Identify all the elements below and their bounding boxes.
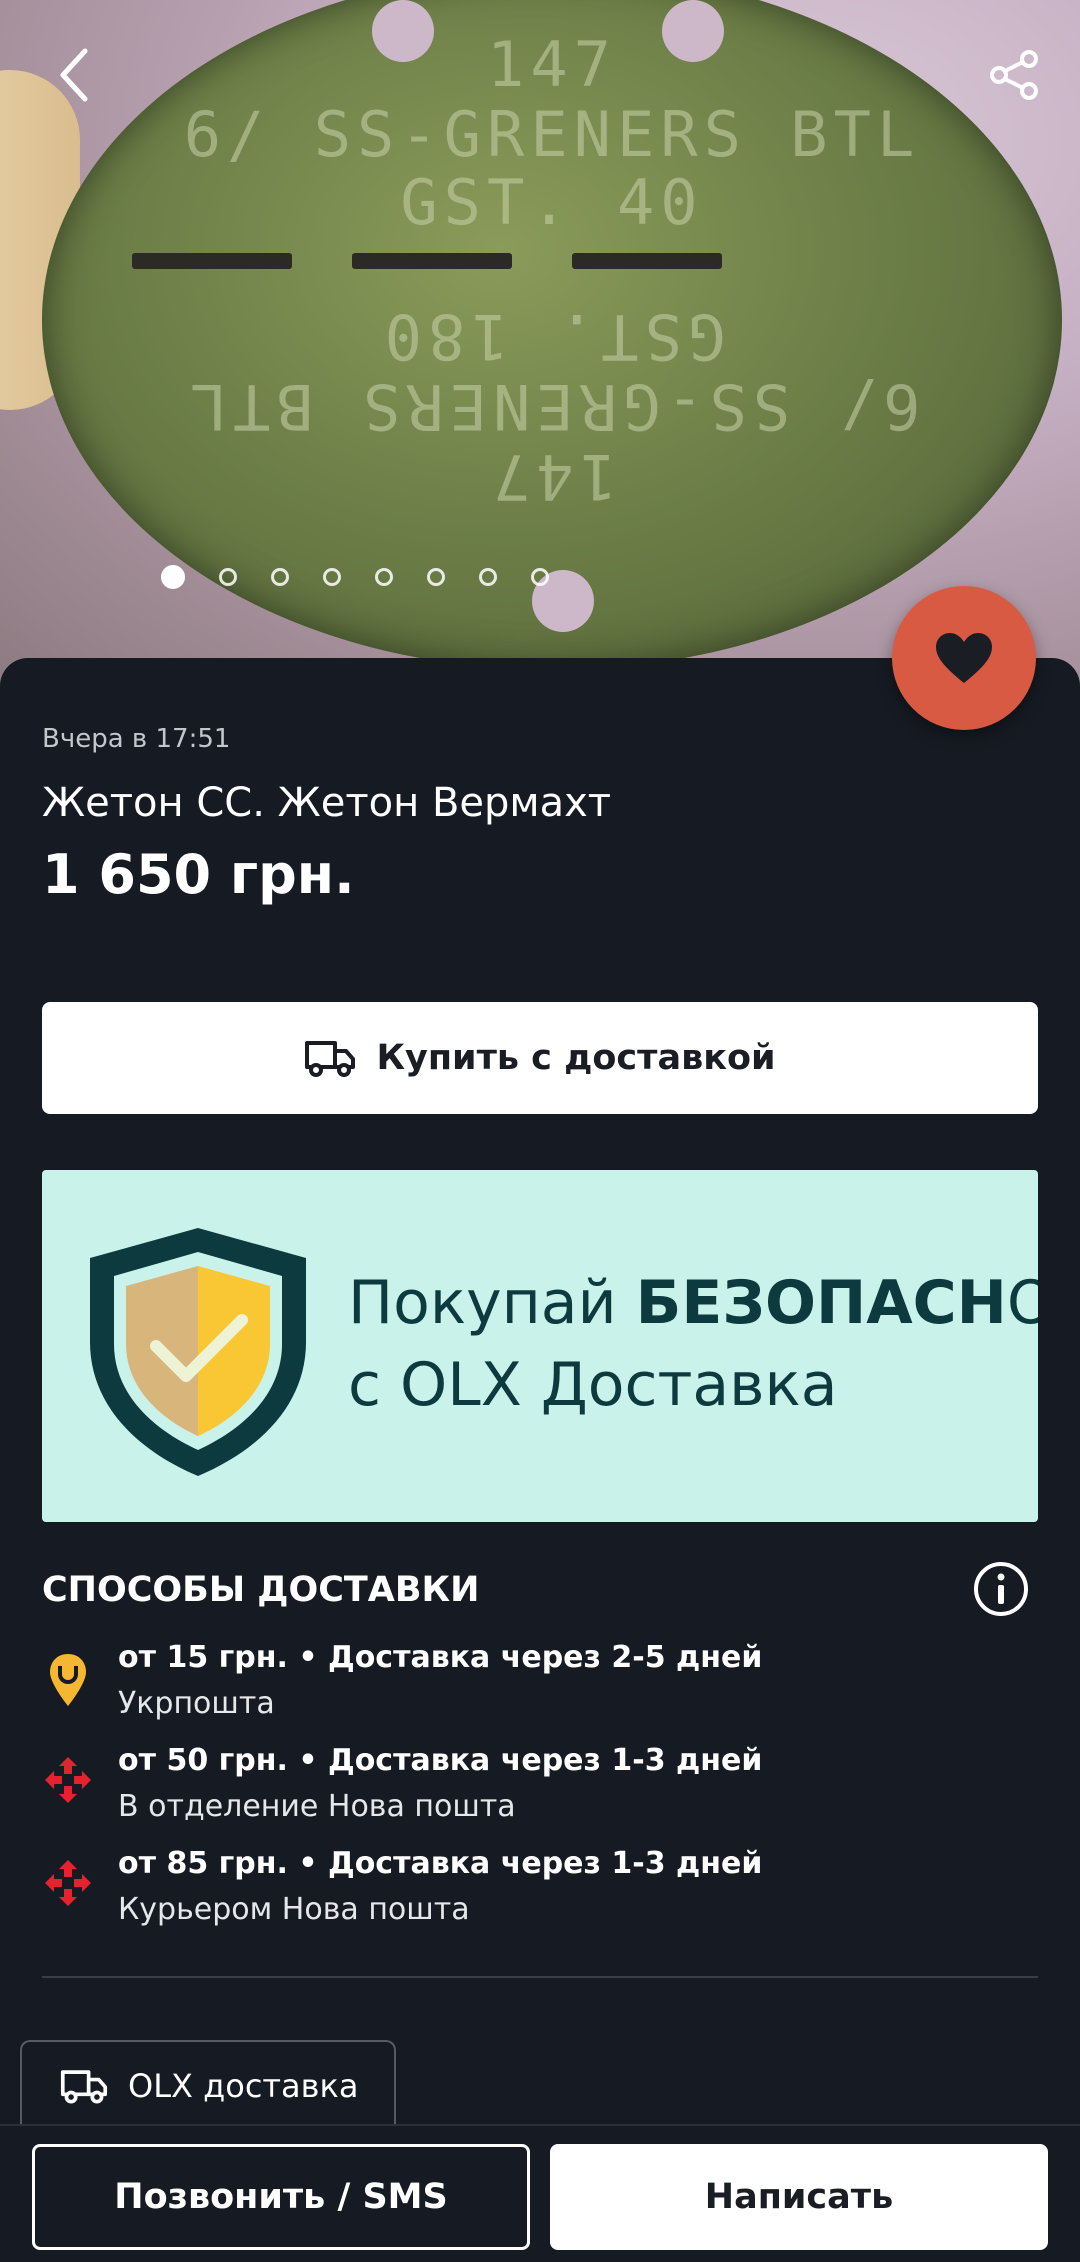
delivery-price-time: от 50 грн. • Доставка через 1-3 дней xyxy=(118,1743,763,1778)
olx-delivery-tab[interactable]: OLX доставка xyxy=(20,2040,396,2130)
heart-icon xyxy=(936,633,992,683)
delivery-carrier: Курьером Нова пошта xyxy=(118,1892,470,1927)
chevron-left-icon xyxy=(60,48,88,102)
listing-price: 1 650 грн. xyxy=(42,843,355,906)
engraving-line: 147 xyxy=(487,440,617,513)
delivery-price-time: от 15 грн. • Доставка через 2-5 дней xyxy=(118,1640,763,1675)
buy-button-label: Купить с доставкой xyxy=(376,1038,776,1078)
delivery-method-item: от 50 грн. • Доставка через 1-3 дней В о… xyxy=(42,1743,1038,1833)
banner-line-1: Покупай БЕЗОПАСНО xyxy=(348,1268,1038,1338)
banner-line-2: с OLX Доставка xyxy=(348,1350,838,1420)
listing-title: Жетон СС. Жетон Вермахт xyxy=(42,780,612,826)
safe-purchase-banner[interactable]: Покупай БЕЗОПАСНО с OLX Доставка xyxy=(42,1170,1038,1522)
info-icon xyxy=(974,1562,1028,1616)
ukrposhta-icon xyxy=(42,1652,94,1710)
listing-photo[interactable]: 147 6/ SS-GRENERS BTL GST. 40 GST. 180 6… xyxy=(0,0,1080,700)
section-divider xyxy=(42,1976,1038,1978)
bottom-action-bar: Позвонить / SMS Написать xyxy=(0,2124,1080,2262)
delivery-carrier: В отделение Нова пошта xyxy=(118,1789,516,1824)
engraving-line: GST. 40 xyxy=(400,166,704,239)
olx-delivery-label: OLX доставка xyxy=(128,2067,359,2105)
tag-slot xyxy=(132,253,292,269)
slide-dot[interactable] xyxy=(427,568,445,586)
nova-poshta-icon xyxy=(42,1858,94,1916)
delivery-method-item: от 85 грн. • Доставка через 1-3 дней Кур… xyxy=(42,1846,1038,1936)
favorite-button[interactable] xyxy=(892,586,1036,730)
slide-dot[interactable] xyxy=(161,565,185,589)
engraving-line: 6/ SS-GRENERS BTL xyxy=(183,370,921,443)
delivery-method-item: от 15 грн. • Доставка через 2-5 дней Укр… xyxy=(42,1640,1038,1730)
truck-icon xyxy=(60,2070,108,2104)
share-icon xyxy=(990,50,1038,100)
slide-dot[interactable] xyxy=(531,568,549,586)
slide-dot[interactable] xyxy=(323,568,341,586)
back-button[interactable] xyxy=(40,40,110,110)
nova-poshta-icon xyxy=(42,1755,94,1813)
tag-slot xyxy=(352,253,512,269)
shield-check-icon xyxy=(90,1228,306,1476)
slide-dot[interactable] xyxy=(271,568,289,586)
write-message-button[interactable]: Написать xyxy=(550,2144,1048,2250)
slide-dot[interactable] xyxy=(219,568,237,586)
slide-indicator xyxy=(0,565,1080,589)
call-sms-button[interactable]: Позвонить / SMS xyxy=(32,2144,530,2250)
tag-slot xyxy=(572,253,722,269)
delivery-carrier: Укрпошта xyxy=(118,1686,275,1721)
truck-icon xyxy=(305,1041,356,1077)
delivery-methods-heading: СПОСОБЫ ДОСТАВКИ xyxy=(42,1570,480,1610)
delivery-price-time: от 85 грн. • Доставка через 1-3 дней xyxy=(118,1846,763,1881)
delivery-info-button[interactable] xyxy=(972,1560,1030,1618)
slide-dot[interactable] xyxy=(479,568,497,586)
engraving-line: 147 xyxy=(487,28,617,101)
share-button[interactable] xyxy=(980,40,1050,110)
buy-with-delivery-button[interactable]: Купить с доставкой xyxy=(42,1002,1038,1114)
engraving-line: 6/ SS-GRENERS BTL xyxy=(183,98,921,171)
slide-dot[interactable] xyxy=(375,568,393,586)
engraving-line: GST. 180 xyxy=(378,300,726,373)
listing-date: Вчера в 17:51 xyxy=(42,724,231,754)
